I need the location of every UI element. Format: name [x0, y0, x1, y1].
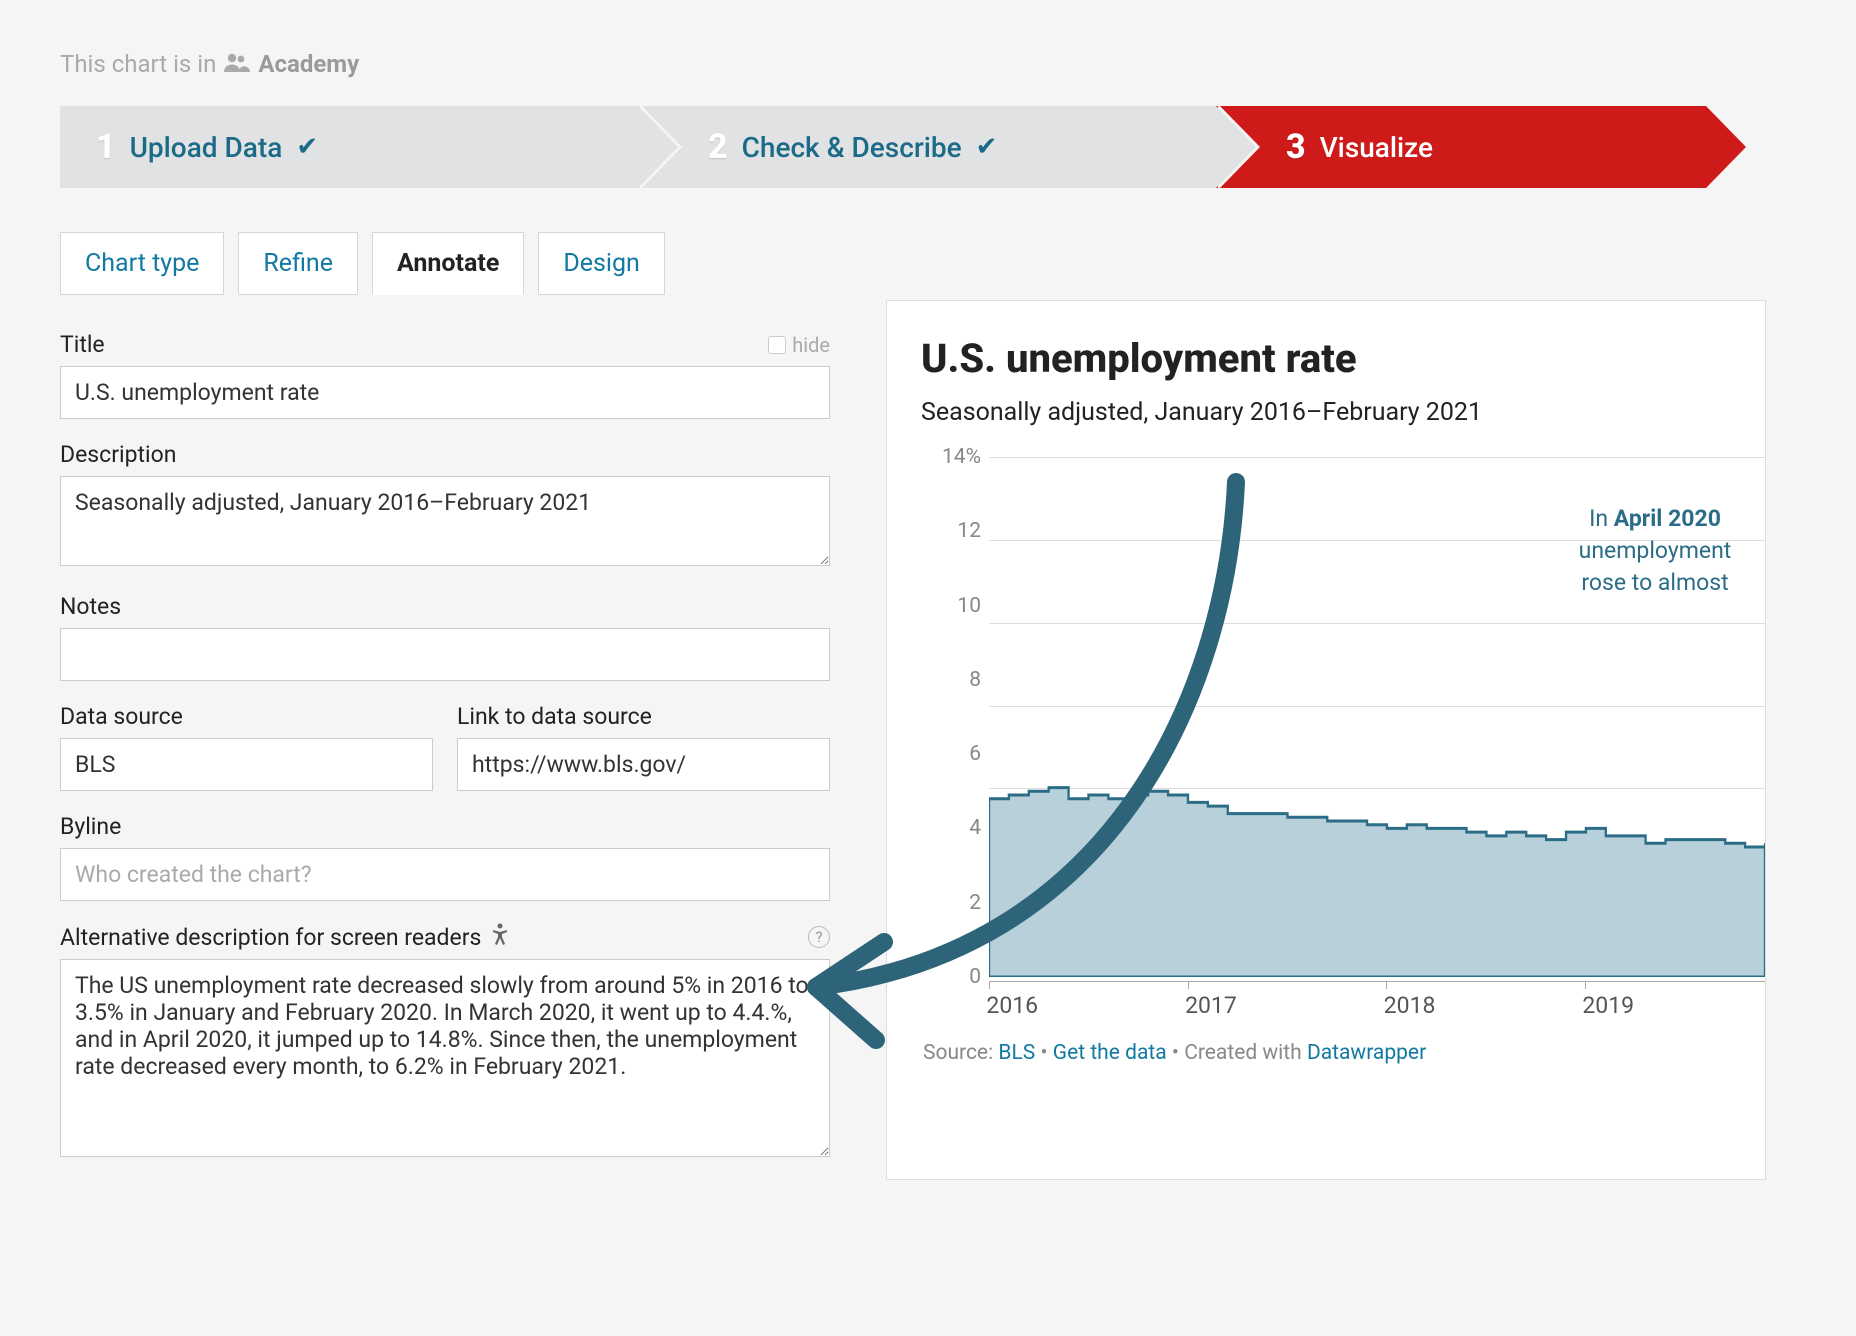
- step-label: Check & Describe: [742, 131, 962, 164]
- y-tick: 0: [921, 965, 989, 989]
- preview-subtitle: Seasonally adjusted, January 2016–Februa…: [921, 398, 1765, 427]
- tab-annotate[interactable]: Annotate: [372, 232, 524, 295]
- stepper: 1 Upload Data ✔ 2 Check & Describe ✔ 3 V…: [60, 106, 1806, 188]
- step-label: Visualize: [1320, 131, 1433, 164]
- y-tick: 14%: [921, 445, 989, 469]
- y-tick: 4: [921, 816, 989, 840]
- data-source-label: Data source: [60, 703, 183, 730]
- tab-refine[interactable]: Refine: [238, 232, 358, 295]
- people-icon: [224, 50, 250, 78]
- tab-chart-type[interactable]: Chart type: [60, 232, 224, 295]
- data-source-link-input[interactable]: [457, 738, 830, 791]
- footer-source-link[interactable]: BLS: [998, 1041, 1035, 1065]
- preview-footer: Source: BLS • Get the data • Created wit…: [921, 1041, 1765, 1065]
- description-label: Description: [60, 441, 176, 468]
- footer-getdata-link[interactable]: Get the data: [1053, 1041, 1167, 1065]
- check-icon: ✔: [976, 132, 998, 162]
- y-axis: 14% 12 10 8 6 4 2 0: [921, 457, 989, 977]
- y-tick: 12: [921, 519, 989, 543]
- notes-input[interactable]: [60, 628, 830, 681]
- y-tick: 2: [921, 891, 989, 915]
- chart-annotation: In April 2020 unemployment rose to almos…: [1525, 503, 1766, 600]
- check-icon: ✔: [296, 132, 318, 162]
- alt-desc-input[interactable]: [60, 959, 830, 1157]
- y-tick: 8: [921, 668, 989, 692]
- step-number: 2: [708, 127, 728, 167]
- step-number: 3: [1286, 127, 1306, 167]
- preview-title: U.S. unemployment rate: [921, 335, 1765, 382]
- tab-design[interactable]: Design: [538, 232, 665, 295]
- data-source-input[interactable]: [60, 738, 433, 791]
- x-axis: 2016 2017 2018 2019: [989, 981, 1765, 1037]
- x-tick: 2018: [1384, 992, 1436, 1019]
- title-input[interactable]: [60, 366, 830, 419]
- hide-title-toggle[interactable]: hide: [768, 333, 830, 357]
- chart-location-prefix: This chart is in: [60, 50, 216, 78]
- y-tick: 10: [921, 594, 989, 618]
- y-tick: 6: [921, 742, 989, 766]
- byline-label: Byline: [60, 813, 121, 840]
- x-tick: 2017: [1185, 992, 1237, 1019]
- chart-area: 14% 12 10 8 6 4 2 0: [921, 457, 1765, 1037]
- chart-preview: U.S. unemployment rate Seasonally adjust…: [886, 300, 1766, 1180]
- notes-label: Notes: [60, 593, 121, 620]
- footer-datawrapper-link[interactable]: Datawrapper: [1307, 1041, 1426, 1065]
- data-source-link-label: Link to data source: [457, 703, 652, 730]
- chart-location-row: This chart is in Academy: [60, 50, 1806, 78]
- step-upload-data[interactable]: 1 Upload Data ✔: [60, 106, 638, 188]
- accessibility-icon: [491, 926, 509, 950]
- step-number: 1: [96, 127, 116, 167]
- step-label: Upload Data: [130, 131, 283, 164]
- step-visualize[interactable]: 3 Visualize: [1216, 106, 1706, 188]
- x-tick: 2019: [1582, 992, 1634, 1019]
- description-input[interactable]: [60, 476, 830, 566]
- alt-desc-label: Alternative description for screen reade…: [60, 924, 481, 951]
- help-icon[interactable]: ?: [808, 926, 830, 948]
- title-label: Title: [60, 331, 105, 358]
- visualize-subtabs: Chart type Refine Annotate Design: [60, 232, 830, 295]
- step-check-describe[interactable]: 2 Check & Describe ✔: [638, 106, 1216, 188]
- chart-location-name[interactable]: Academy: [258, 50, 359, 78]
- x-tick: 2016: [986, 992, 1038, 1019]
- byline-input[interactable]: [60, 848, 830, 901]
- checkbox-icon: [768, 336, 786, 354]
